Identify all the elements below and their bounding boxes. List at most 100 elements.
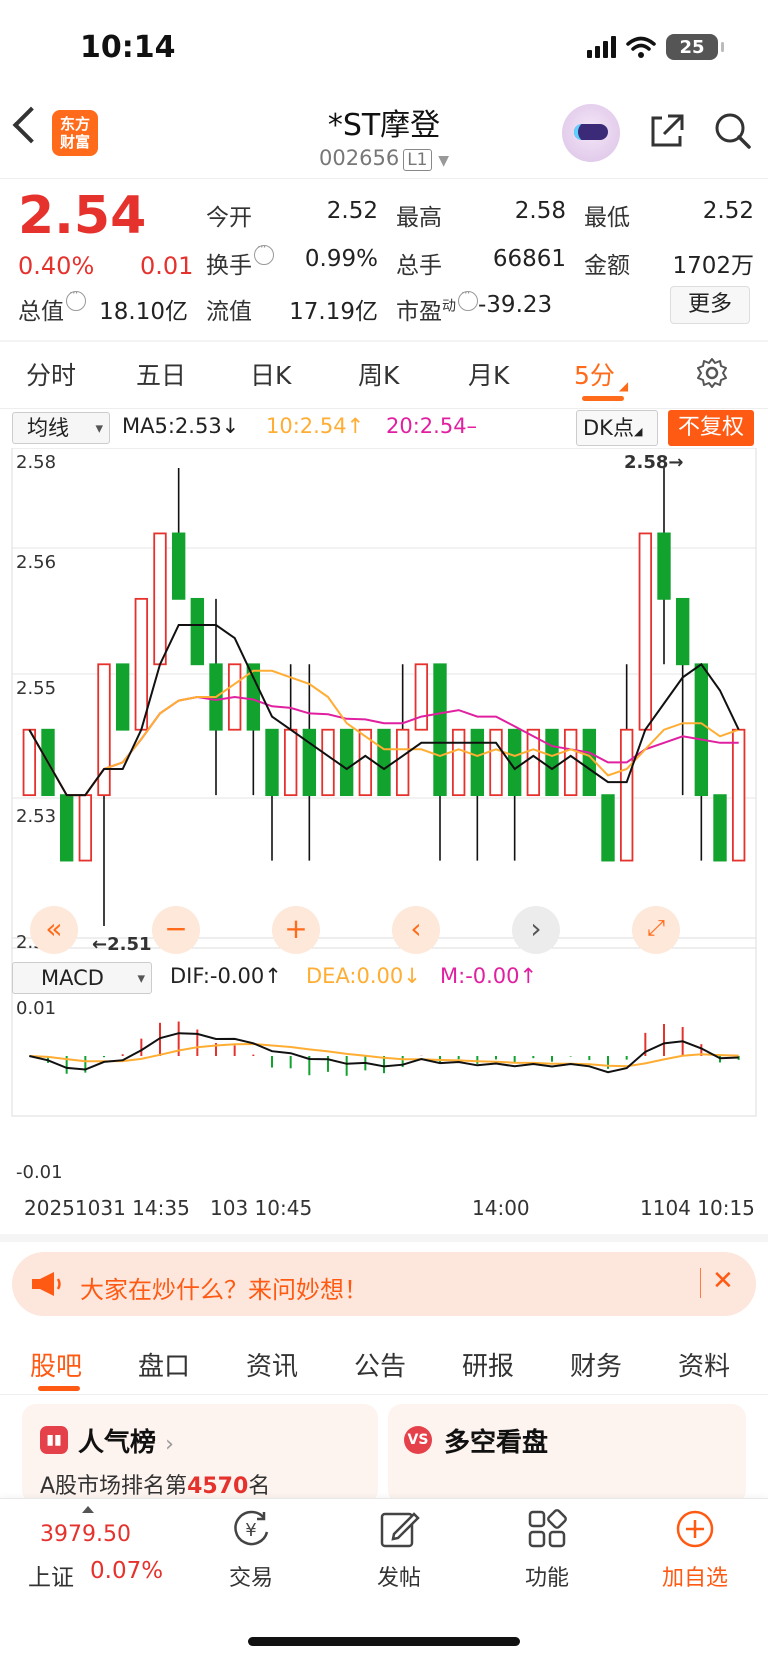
- next-button[interactable]: ›: [512, 906, 560, 954]
- nav-trade[interactable]: 交易: [201, 1560, 301, 1592]
- stock-code: 002656: [319, 146, 400, 170]
- tab-fenshi[interactable]: 分时: [26, 356, 76, 392]
- add-watchlist-icon[interactable]: [674, 1508, 716, 1550]
- info-icon[interactable]: [66, 286, 86, 311]
- ma20-value: 20:2.54–: [386, 414, 478, 438]
- tab-guba[interactable]: 股吧: [30, 1346, 82, 1383]
- max-price-marker: 2.58→: [624, 452, 684, 473]
- volume-value: 66861: [492, 246, 566, 272]
- adjust-button[interactable]: 不复权: [668, 410, 754, 446]
- ma10-value: 10:2.54↑: [266, 414, 365, 438]
- candle-body: [414, 663, 429, 731]
- tab-day-k[interactable]: 日K: [250, 356, 291, 392]
- min-price-marker: ←2.51: [92, 934, 152, 955]
- tab-research[interactable]: 研报: [462, 1346, 514, 1383]
- header-divider: [0, 178, 768, 179]
- mktcap-label: 总值: [18, 286, 86, 326]
- banner-text[interactable]: 大家在炒什么？来问妙想！: [80, 1270, 368, 1305]
- tab-news[interactable]: 资讯: [246, 1346, 298, 1383]
- tabs-divider: [0, 408, 768, 409]
- volume-label: 总手: [396, 253, 442, 279]
- candle-body: [582, 728, 597, 797]
- macd-select[interactable]: MACD: [12, 962, 152, 994]
- tab-week-k[interactable]: 周K: [358, 356, 399, 392]
- trade-icon[interactable]: ¥: [230, 1508, 272, 1550]
- vs-card[interactable]: [388, 1404, 746, 1504]
- tab-wuri[interactable]: 五日: [136, 356, 186, 392]
- info-icon[interactable]: [254, 240, 274, 265]
- nav-functions[interactable]: 功能: [497, 1560, 597, 1592]
- rewind-button[interactable]: «: [30, 906, 78, 954]
- signal-icon: [587, 36, 616, 58]
- bottom-tabs-divider: [0, 1394, 768, 1395]
- candle-body: [153, 532, 167, 666]
- quote-divider: [0, 340, 768, 342]
- index-name[interactable]: 上证: [28, 1558, 74, 1592]
- candle-body: [601, 794, 615, 862]
- candle-body: [134, 597, 149, 731]
- pe-label: 市盈动: [396, 286, 478, 326]
- close-icon[interactable]: ✕: [712, 1266, 734, 1296]
- battery-icon: 25: [666, 34, 724, 60]
- popularity-title: 人气榜 ›: [78, 1428, 174, 1458]
- change-amount: 0.01: [140, 252, 194, 280]
- candle-body: [638, 532, 653, 731]
- more-button[interactable]: 更多: [670, 286, 750, 324]
- candle-body: [545, 728, 559, 797]
- tab-month-k[interactable]: 月K: [468, 356, 509, 392]
- mktcap-value: 18.10亿: [99, 299, 188, 325]
- dea-value: DEA:0.00↓: [306, 964, 421, 988]
- open-label: 今开: [206, 205, 252, 231]
- candle-body: [451, 728, 466, 797]
- functions-icon[interactable]: [526, 1508, 568, 1550]
- nav-post[interactable]: 发帖: [349, 1560, 449, 1592]
- popularity-rank-text: A股市场排名第4570名: [40, 1474, 271, 1499]
- turnover-label: 换手: [206, 240, 274, 280]
- wifi-icon: [626, 36, 656, 58]
- home-indicator: [248, 1637, 520, 1646]
- info-icon[interactable]: [458, 286, 478, 311]
- tab-announcements[interactable]: 公告: [354, 1346, 406, 1383]
- ma5-value: MA5:2.53↓: [122, 414, 240, 438]
- gear-icon[interactable]: [696, 357, 728, 389]
- dk-point-button[interactable]: DK点◢: [576, 410, 658, 446]
- chevron-right-icon: ›: [165, 1432, 174, 1457]
- level-badge: L1: [403, 149, 432, 171]
- y-label-2.53: 2.53: [16, 806, 57, 827]
- tab-profile[interactable]: 资料: [678, 1346, 730, 1383]
- share-icon[interactable]: [648, 112, 686, 150]
- chevron-down-icon: ▼: [438, 153, 449, 169]
- candle-body: [563, 728, 578, 797]
- pe-value: -39.23: [478, 292, 553, 318]
- candle-body: [283, 728, 298, 797]
- candle-body: [395, 728, 410, 797]
- indicator-select[interactable]: 均线: [12, 412, 110, 444]
- m-value: M:-0.00↑: [440, 964, 538, 988]
- search-icon[interactable]: [714, 112, 752, 150]
- float-value: 17.19亿: [289, 299, 378, 325]
- tab-finance[interactable]: 财务: [570, 1346, 622, 1383]
- post-icon[interactable]: [378, 1508, 420, 1550]
- prev-button[interactable]: ‹: [392, 906, 440, 954]
- candle-body: [190, 597, 205, 666]
- time-label-4: 1104 10:15: [640, 1196, 755, 1220]
- nav-add-watchlist[interactable]: 加自选: [645, 1560, 745, 1592]
- turnover-value: 0.99%: [304, 246, 378, 272]
- assistant-robot-icon[interactable]: [562, 104, 620, 162]
- fullscreen-icon[interactable]: ⤢: [632, 906, 680, 954]
- corner-arrow-icon: ◢: [618, 379, 629, 393]
- candle-body: [657, 532, 671, 600]
- tab-5min[interactable]: 5分 ◢: [574, 356, 628, 393]
- status-icons: 25: [587, 34, 724, 60]
- tab-pankou[interactable]: 盘口: [138, 1346, 190, 1383]
- zoom-in-button[interactable]: +: [272, 906, 320, 954]
- megaphone-icon: [32, 1272, 61, 1296]
- ranking-icon: ▮▮: [40, 1426, 68, 1454]
- macd-y-bottom: -0.01: [16, 1162, 63, 1183]
- kline-chart[interactable]: [0, 448, 768, 1188]
- index-value[interactable]: 3979.50: [40, 1522, 131, 1547]
- index-change[interactable]: 0.07%: [90, 1558, 163, 1584]
- banner-separator: [700, 1268, 701, 1298]
- candle-body: [339, 728, 354, 797]
- zoom-out-button[interactable]: −: [152, 906, 200, 954]
